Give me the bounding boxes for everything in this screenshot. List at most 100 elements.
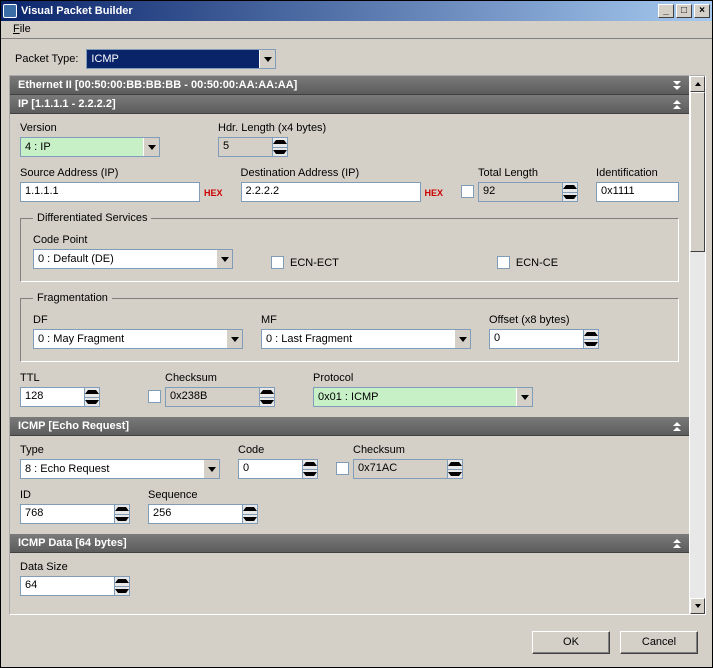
- label-src: Source Address (IP): [20, 167, 200, 179]
- spinner-hdrlen[interactable]: [272, 137, 288, 157]
- spinner-ttl[interactable]: [84, 387, 100, 407]
- minimize-button[interactable]: _: [658, 4, 674, 18]
- value-df: 0 : May Fragment: [34, 330, 226, 348]
- group-diffserv: Differentiated Services Code Point 0 : D…: [20, 212, 679, 282]
- scroll-thumb[interactable]: [690, 92, 705, 252]
- cancel-button[interactable]: Cancel: [620, 631, 698, 654]
- maximize-button[interactable]: □: [676, 4, 692, 18]
- section-ip-body: Version 4 : IP Hdr. Length (x4 bytes) 5: [10, 114, 689, 417]
- window-title: Visual Packet Builder: [21, 5, 658, 17]
- spinner-totlen[interactable]: [562, 182, 578, 202]
- label-icmp-type: Type: [20, 444, 220, 456]
- dropdown-icon[interactable]: [226, 330, 242, 348]
- dropdown-icon[interactable]: [259, 50, 275, 68]
- input-offset[interactable]: 0: [489, 329, 583, 349]
- group-fragmentation: Fragmentation DF 0 : May Fragment MF 0 :…: [20, 292, 679, 362]
- section-icmp-body: Type 8 : Echo Request Code 0: [10, 436, 689, 534]
- value-codepoint: 0 : Default (DE): [34, 250, 216, 268]
- label-ttl: TTL: [20, 372, 100, 384]
- value-ip-checksum: 0x238B: [165, 387, 259, 407]
- section-icmpdata-body: Data Size 64: [10, 553, 689, 606]
- input-ident[interactable]: 0x1111: [596, 182, 679, 202]
- label-icmp-seq: Sequence: [148, 489, 258, 501]
- spinner-data-size[interactable]: [114, 576, 130, 596]
- value-icmp-type: 8 : Echo Request: [21, 460, 203, 478]
- label-codepoint: Code Point: [33, 234, 233, 246]
- spinner-icmp-code[interactable]: [302, 459, 318, 479]
- dropdown-icon[interactable]: [454, 330, 470, 348]
- label-icmp-id: ID: [20, 489, 130, 501]
- label-dst: Destination Address (IP): [241, 167, 421, 179]
- label-totlen: Total Length: [478, 167, 578, 179]
- dropdown-icon[interactable]: [516, 388, 532, 406]
- input-data-size[interactable]: 64: [20, 576, 114, 596]
- packet-type-combo[interactable]: ICMP: [86, 49, 276, 69]
- combo-mf[interactable]: 0 : Last Fragment: [261, 329, 471, 349]
- label-ip-checksum: Checksum: [165, 372, 275, 384]
- label-ident: Identification: [596, 167, 679, 179]
- legend-diffserv: Differentiated Services: [33, 212, 151, 224]
- menu-file[interactable]: File: [7, 21, 37, 37]
- spinner-icmp-checksum[interactable]: [447, 459, 463, 479]
- value-icmp-checksum: 0x71AC: [353, 459, 447, 479]
- dropdown-icon[interactable]: [143, 138, 159, 156]
- scroll-up-button[interactable]: [690, 76, 705, 92]
- dropdown-icon[interactable]: [216, 250, 232, 268]
- section-icmpdata-title: ICMP Data [64 bytes]: [18, 537, 673, 549]
- chevron-up-icon: [673, 422, 681, 431]
- hex-badge-icon[interactable]: HEX: [425, 188, 444, 202]
- spinner-offset[interactable]: [583, 329, 599, 349]
- combo-icmp-type[interactable]: 8 : Echo Request: [20, 459, 220, 479]
- value-version: 4 : IP: [21, 138, 143, 156]
- spinner-icmp-id[interactable]: [114, 504, 130, 524]
- app-icon: [3, 4, 17, 18]
- ok-button[interactable]: OK: [532, 631, 610, 654]
- label-version: Version: [20, 122, 160, 134]
- input-dst-ip[interactable]: 2.2.2.2: [241, 182, 421, 202]
- menubar: File: [1, 21, 712, 39]
- checkbox-icmp-checksum-auto[interactable]: [336, 462, 349, 475]
- input-icmp-seq[interactable]: 256: [148, 504, 242, 524]
- packet-type-label: Packet Type:: [15, 53, 78, 65]
- input-src-ip[interactable]: 1.1.1.1: [20, 182, 200, 202]
- scroll-track[interactable]: [690, 92, 705, 598]
- combo-df[interactable]: 0 : May Fragment: [33, 329, 243, 349]
- value-protocol: 0x01 : ICMP: [314, 388, 516, 406]
- close-button[interactable]: ×: [694, 4, 710, 18]
- section-icmp-header[interactable]: ICMP [Echo Request]: [10, 417, 689, 436]
- combo-protocol[interactable]: 0x01 : ICMP: [313, 387, 533, 407]
- value-mf: 0 : Last Fragment: [262, 330, 454, 348]
- section-ethernet-header[interactable]: Ethernet II [00:50:00:BB:BB:BB - 00:50:0…: [10, 76, 689, 95]
- dropdown-icon[interactable]: [203, 460, 219, 478]
- section-ethernet-title: Ethernet II [00:50:00:BB:BB:BB - 00:50:0…: [18, 79, 673, 91]
- label-data-size: Data Size: [20, 561, 130, 573]
- hex-badge-icon[interactable]: HEX: [204, 188, 223, 202]
- combo-codepoint[interactable]: 0 : Default (DE): [33, 249, 233, 269]
- combo-version[interactable]: 4 : IP: [20, 137, 160, 157]
- label-offset: Offset (x8 bytes): [489, 314, 599, 326]
- vertical-scrollbar[interactable]: [690, 75, 706, 615]
- chevron-up-icon: [673, 100, 681, 109]
- input-icmp-id[interactable]: 768: [20, 504, 114, 524]
- label-df: DF: [33, 314, 243, 326]
- checkbox-checksum-auto[interactable]: [148, 390, 161, 403]
- label-icmp-checksum: Checksum: [353, 444, 463, 456]
- checkbox-total-length-auto[interactable]: [461, 185, 474, 198]
- input-ttl[interactable]: 128: [20, 387, 84, 407]
- input-icmp-code[interactable]: 0: [238, 459, 302, 479]
- value-hdrlen: 5: [218, 137, 272, 157]
- checkbox-ecn-ce[interactable]: [497, 256, 510, 269]
- checkbox-ecn-ect[interactable]: [271, 256, 284, 269]
- section-icmp-title: ICMP [Echo Request]: [18, 420, 673, 432]
- packet-type-value: ICMP: [87, 50, 259, 68]
- scroll-down-button[interactable]: [690, 598, 705, 614]
- value-totlen: 92: [478, 182, 562, 202]
- spinner-ip-checksum[interactable]: [259, 387, 275, 407]
- label-icmp-code: Code: [238, 444, 318, 456]
- label-protocol: Protocol: [313, 372, 533, 384]
- label-hdrlen: Hdr. Length (x4 bytes): [218, 122, 338, 134]
- spinner-icmp-seq[interactable]: [242, 504, 258, 524]
- section-icmpdata-header[interactable]: ICMP Data [64 bytes]: [10, 534, 689, 553]
- section-ip-header[interactable]: IP [1.1.1.1 - 2.2.2.2]: [10, 95, 689, 114]
- label-ecn-ce: ECN-CE: [516, 257, 558, 269]
